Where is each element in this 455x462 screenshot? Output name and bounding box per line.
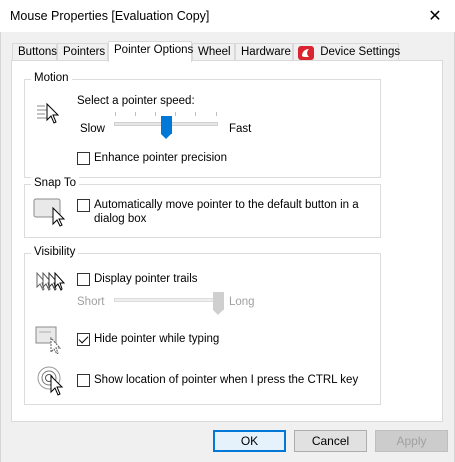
tab-label: Pointers (63, 46, 106, 58)
hide-pointer-checkbox[interactable] (77, 333, 90, 346)
long-label: Long (229, 296, 255, 308)
enhance-precision-label: Enhance pointer precision (94, 152, 227, 164)
show-location-label: Show location of pointer when I press th… (94, 374, 359, 386)
hide-pointer-icon (35, 326, 62, 354)
tab-pointers[interactable]: Pointers (57, 43, 108, 61)
tab-label: Pointer Options (114, 44, 194, 56)
snap-to-group-label: Snap To (31, 177, 79, 189)
title-bar: Mouse Properties [Evaluation Copy] ✕ (0, 0, 455, 32)
slider-tick (135, 112, 136, 116)
tab-buttons[interactable]: Buttons (12, 43, 57, 61)
hide-pointer-label: Hide pointer while typing (94, 333, 220, 345)
slider-tick (175, 112, 176, 116)
snap-to-label-line2: dialog box (94, 213, 147, 225)
slider-tick (216, 112, 217, 116)
synaptics-red-icon (298, 46, 314, 60)
tab-device-settings[interactable]: Device Settings (293, 43, 401, 61)
tab-label: Wheel (198, 46, 231, 58)
tab-label: Buttons (18, 46, 57, 58)
visibility-group-label: Visibility (31, 246, 79, 258)
trails-length-slider-thumb[interactable] (212, 292, 224, 315)
pointer-trails-label: Display pointer trails (94, 273, 198, 285)
slider-tick (155, 112, 156, 116)
pointer-trails-checkbox[interactable] (77, 273, 90, 286)
apply-button[interactable]: Apply (375, 430, 448, 452)
slider-tick (195, 112, 196, 116)
snap-to-label-line1: Automatically move pointer to the defaul… (94, 199, 359, 211)
tab-pointer-options[interactable]: Pointer Options (108, 41, 194, 62)
snap-to-checkbox[interactable] (77, 199, 90, 212)
pointer-speed-icon (37, 102, 60, 124)
tab-wheel[interactable]: Wheel (192, 43, 235, 61)
snap-to-group: Snap To Automatically move pointer to th… (24, 177, 381, 238)
tab-label: Device Settings (320, 46, 401, 58)
pointer-speed-slider-thumb[interactable] (160, 116, 172, 139)
close-icon: ✕ (428, 8, 442, 25)
show-location-checkbox[interactable] (77, 374, 90, 387)
motion-group-label: Motion (31, 72, 72, 84)
visibility-group: Visibility Display pointer trails Short … (24, 246, 381, 405)
pointer-options-panel: Motion Select a pointer speed: Slow Fast… (11, 60, 443, 422)
tab-label: Hardware (241, 46, 291, 58)
short-label: Short (77, 296, 105, 308)
enhance-precision-checkbox[interactable] (77, 152, 90, 165)
cancel-button[interactable]: Cancel (294, 430, 367, 452)
tab-hardware[interactable]: Hardware (235, 43, 293, 61)
trails-length-slider-track[interactable] (114, 298, 218, 302)
motion-group: Motion Select a pointer speed: Slow Fast… (24, 72, 381, 178)
snap-to-button-icon (33, 198, 66, 227)
close-button[interactable]: ✕ (415, 0, 455, 32)
slow-label: Slow (80, 123, 105, 135)
fast-label: Fast (229, 123, 252, 135)
pointer-trails-icon (36, 271, 66, 291)
ok-button[interactable]: OK (213, 430, 286, 452)
pointer-speed-label: Select a pointer speed: (77, 95, 195, 107)
slider-tick (115, 112, 116, 116)
pointer-location-icon (37, 366, 64, 396)
window-title: Mouse Properties [Evaluation Copy] (10, 9, 210, 23)
